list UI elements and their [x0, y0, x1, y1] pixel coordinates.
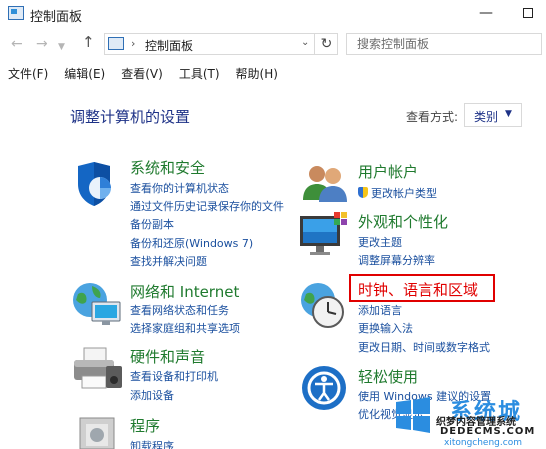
- ease-of-access-icon[interactable]: [300, 364, 348, 412]
- category-hardware-title[interactable]: 硬件和声音: [130, 346, 205, 367]
- clock-globe-icon[interactable]: [298, 280, 350, 330]
- link-devices-printers[interactable]: 查看设备和打印机: [130, 368, 218, 384]
- link-file-history[interactable]: 通过文件历史记录保存你的文件: [130, 198, 284, 214]
- category-user-accounts-title[interactable]: 用户帐户: [358, 161, 418, 182]
- category-system-security-title[interactable]: 系统和安全: [130, 157, 205, 178]
- category-ease-of-access-title[interactable]: 轻松使用: [358, 366, 418, 387]
- minimize-button[interactable]: —: [476, 4, 496, 22]
- watermark-logo: [392, 394, 434, 436]
- link-change-account-type-label: 更改帐户类型: [371, 187, 437, 200]
- category-programs-title[interactable]: 程序: [130, 415, 160, 436]
- maximize-button[interactable]: [518, 4, 538, 22]
- back-button[interactable]: ←: [11, 37, 23, 51]
- category-network-title[interactable]: 网络和 Internet: [130, 281, 239, 302]
- link-homegroup-sharing[interactable]: 选择家庭组和共享选项: [130, 320, 240, 336]
- link-change-input-method[interactable]: 更换输入法: [358, 320, 413, 336]
- search-input[interactable]: [357, 34, 527, 54]
- control-panel-icon: [108, 37, 124, 50]
- link-network-status[interactable]: 查看网络状态和任务: [130, 302, 229, 318]
- chevron-right-icon[interactable]: ›: [131, 37, 135, 50]
- maximize-icon: [523, 8, 533, 18]
- programs-icon[interactable]: [72, 412, 122, 449]
- view-by-value: 类别: [474, 110, 499, 124]
- link-backup-copy[interactable]: 备份副本: [130, 216, 174, 232]
- control-panel-icon: [8, 6, 24, 20]
- breadcrumb[interactable]: 控制面板: [145, 37, 193, 54]
- chevron-down-icon: ▼: [505, 109, 512, 119]
- link-date-time-format[interactable]: 更改日期、时间或数字格式: [358, 339, 490, 355]
- link-uninstall-program[interactable]: 卸载程序: [130, 438, 174, 449]
- watermark-url: xitongcheng.com: [444, 438, 522, 448]
- link-add-device[interactable]: 添加设备: [130, 387, 174, 403]
- category-clock-language-region-title[interactable]: 时钟、语言和区域: [358, 279, 478, 300]
- menu-bar: 文件(F) 编辑(E) 查看(V) 工具(T) 帮助(H): [0, 62, 546, 86]
- menu-edit[interactable]: 编辑(E): [64, 62, 105, 86]
- appearance-monitor-icon[interactable]: [298, 210, 350, 258]
- link-screen-resolution[interactable]: 调整屏幕分辨率: [358, 252, 435, 268]
- link-view-computer-status[interactable]: 查看你的计算机状态: [130, 180, 229, 196]
- shield-icon[interactable]: [70, 160, 118, 208]
- navigation-bar: ← → ▼ ↑ › 控制面板 ⌄ ↻: [0, 28, 546, 62]
- watermark-line2: DEDECMS.COM: [440, 426, 536, 437]
- menu-help[interactable]: 帮助(H): [236, 62, 278, 86]
- page-title: 调整计算机的设置: [70, 108, 191, 126]
- menu-file[interactable]: 文件(F): [8, 62, 48, 86]
- up-button[interactable]: ↑: [82, 35, 95, 50]
- link-backup-restore[interactable]: 备份和还原(Windows 7): [130, 235, 253, 251]
- window-title: 控制面板: [30, 10, 83, 25]
- link-add-language[interactable]: 添加语言: [358, 302, 402, 318]
- forward-button[interactable]: →: [36, 37, 48, 51]
- network-globe-icon[interactable]: [70, 280, 122, 328]
- recent-locations-icon[interactable]: ▼: [58, 40, 65, 54]
- menu-tools[interactable]: 工具(T): [179, 62, 220, 86]
- menu-view[interactable]: 查看(V): [121, 62, 163, 86]
- category-appearance-title[interactable]: 外观和个性化: [358, 211, 448, 232]
- users-icon[interactable]: [300, 160, 350, 204]
- refresh-button[interactable]: ↻: [314, 33, 338, 55]
- link-change-theme[interactable]: 更改主题: [358, 234, 402, 250]
- title-bar: 控制面板 —: [0, 0, 546, 28]
- view-by-label: 查看方式:: [406, 110, 459, 124]
- view-by-dropdown[interactable]: 类别 ▼: [464, 103, 522, 127]
- search-box[interactable]: [346, 33, 542, 55]
- address-bar[interactable]: › 控制面板 ⌄: [104, 33, 338, 55]
- link-change-account-type[interactable]: 更改帐户类型: [358, 185, 437, 201]
- printer-icon[interactable]: [70, 346, 124, 392]
- chevron-down-icon[interactable]: ⌄: [301, 37, 309, 48]
- link-troubleshoot[interactable]: 查找并解决问题: [130, 253, 207, 269]
- uac-shield-icon: [358, 187, 368, 198]
